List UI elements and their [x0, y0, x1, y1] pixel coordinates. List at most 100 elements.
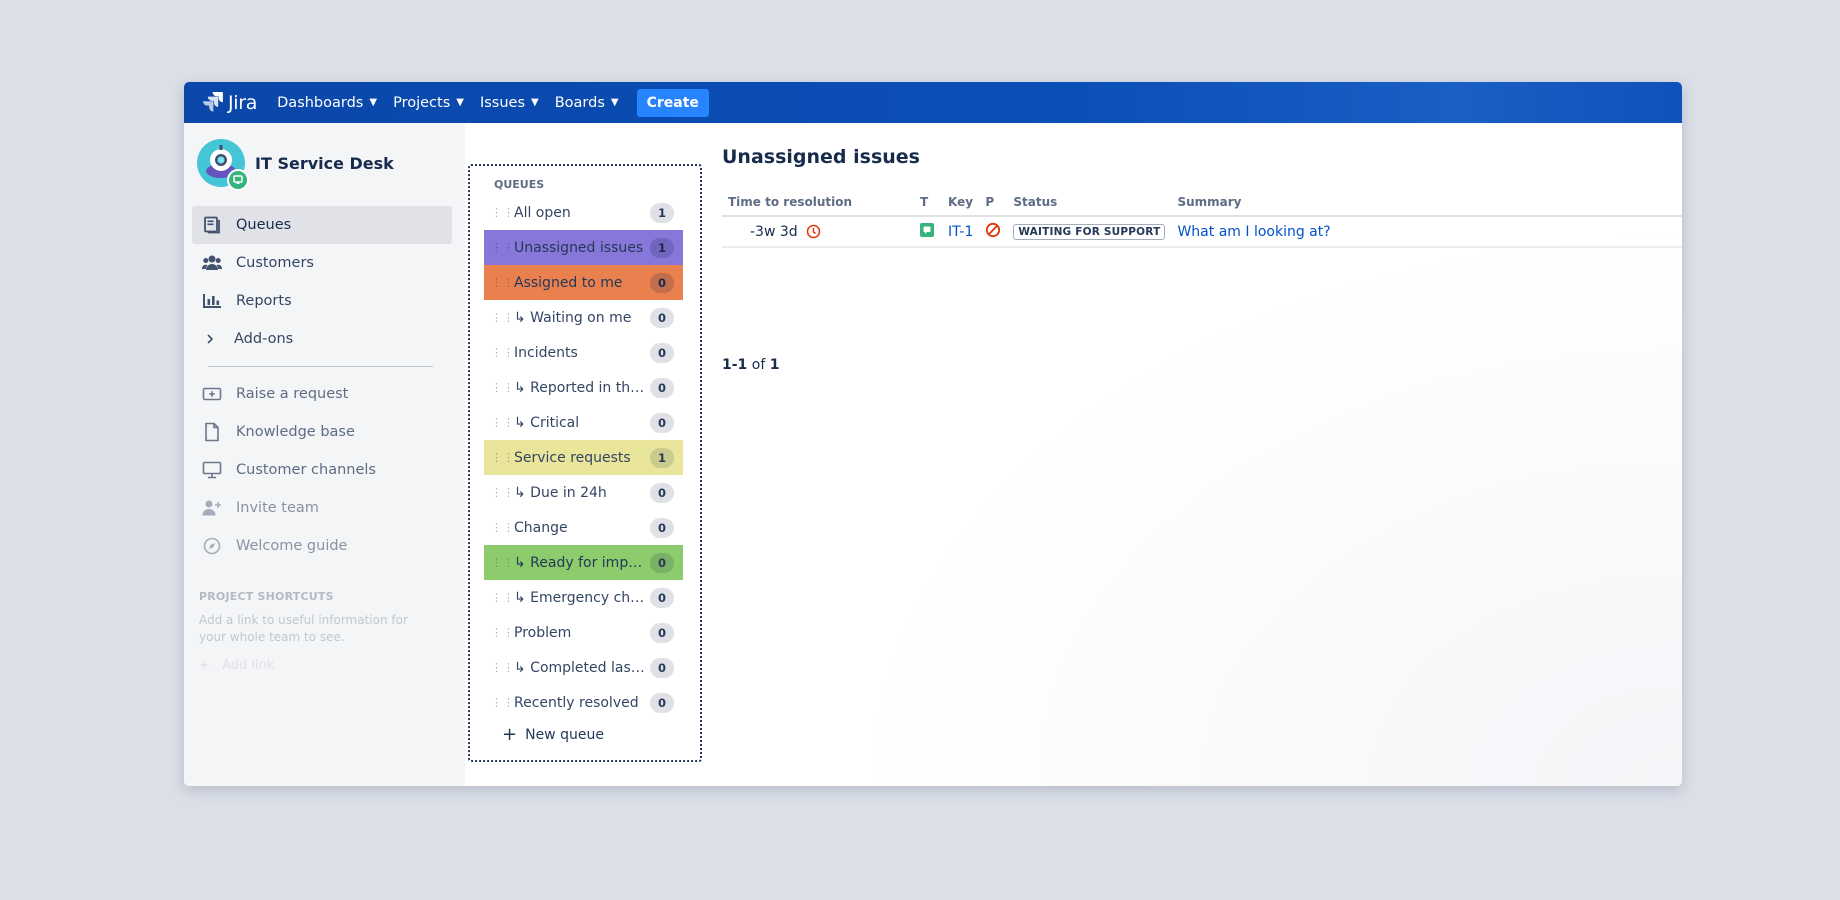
queue-item-emergency-change[interactable]: ⋮⋮ ↳ Emergency change 0: [484, 580, 683, 615]
chevron-down-icon: ▼: [456, 97, 464, 108]
queue-item-count: 0: [650, 342, 674, 363]
sidebar-nav: Queues Customers Reports Add-ons Raise a…: [192, 206, 452, 565]
queue-item-due-in-24h[interactable]: ⋮⋮ ↳ Due in 24h 0: [484, 475, 683, 510]
drag-handle-icon[interactable]: ⋮⋮: [491, 452, 514, 463]
queue-item-label: ↳ Ready for implementation: [514, 554, 646, 571]
queue-item-count: 0: [650, 587, 674, 608]
sidebar-item-customer-channels[interactable]: Customer channels: [192, 451, 452, 489]
sidebar-item-label: Customer channels: [236, 462, 376, 478]
sidebar-item-invite-team[interactable]: Invite team: [192, 489, 452, 527]
column-priority[interactable]: P: [979, 195, 1008, 217]
status-cell: WAITING FOR SUPPORT: [1007, 216, 1172, 248]
drag-handle-icon[interactable]: ⋮⋮: [491, 207, 514, 218]
nav-dashboards[interactable]: Dashboards ▼: [277, 95, 377, 111]
service-request-icon: [920, 222, 934, 237]
sidebar-item-label: Welcome guide: [236, 538, 348, 554]
nav-issues[interactable]: Issues ▼: [480, 95, 539, 111]
new-queue-button[interactable]: + New queue: [502, 726, 604, 744]
nav-projects-label: Projects: [393, 94, 451, 111]
plus-icon: +: [199, 658, 210, 673]
pagination-of: of: [751, 357, 766, 373]
drag-handle-icon[interactable]: ⋮⋮: [491, 382, 514, 393]
drag-handle-icon[interactable]: ⋮⋮: [491, 697, 514, 708]
sidebar-item-queues[interactable]: Queues: [192, 206, 452, 244]
issue-key-link[interactable]: IT-1: [948, 224, 973, 240]
drag-handle-icon[interactable]: ⋮⋮: [491, 627, 514, 638]
jira-logo-text: Jira: [228, 91, 258, 114]
drag-handle-icon[interactable]: ⋮⋮: [491, 312, 514, 323]
queue-item-incidents[interactable]: ⋮⋮ Incidents 0: [484, 335, 683, 370]
queue-item-ready-for-implementation[interactable]: ⋮⋮ ↳ Ready for implementation 0: [484, 545, 683, 580]
drag-handle-icon[interactable]: ⋮⋮: [491, 522, 514, 533]
queue-dropzone: QUEUES ⋮⋮ All open 1 ⋮⋮ Unassigned issue…: [468, 164, 702, 762]
issues-table: Time to resolution T Key P Status Summar…: [722, 195, 1682, 248]
queue-item-count: 0: [650, 272, 674, 293]
sidebar-item-customers[interactable]: Customers: [192, 244, 452, 282]
jira-logo[interactable]: Jira: [202, 90, 257, 116]
sidebar-item-welcome-guide[interactable]: Welcome guide: [192, 527, 452, 565]
status-badge: WAITING FOR SUPPORT: [1013, 224, 1166, 240]
sidebar-item-knowledge-base[interactable]: Knowledge base: [192, 413, 452, 451]
chevron-down-icon: ▼: [369, 97, 378, 108]
queue-item-count: 0: [650, 377, 674, 398]
drag-handle-icon[interactable]: ⋮⋮: [491, 487, 514, 498]
queue-item-label: All open: [514, 204, 571, 221]
column-key[interactable]: Key: [942, 195, 980, 217]
drag-handle-icon[interactable]: ⋮⋮: [491, 347, 514, 358]
queue-list: ⋮⋮ All open 1 ⋮⋮ Unassigned issues 1 ⋮⋮ …: [484, 195, 683, 720]
sidebar-divider: [208, 366, 433, 367]
queue-item-label: ↳ Waiting on me: [514, 309, 632, 326]
project-sidebar: IT Service Desk Queues Customers Reports: [184, 123, 465, 786]
reports-icon: [202, 291, 222, 311]
priority-cell: [979, 216, 1008, 248]
queue-item-assigned-to-me[interactable]: ⋮⋮ Assigned to me 0: [484, 265, 683, 300]
project-header[interactable]: IT Service Desk: [197, 139, 394, 191]
sidebar-item-label: Customers: [236, 255, 314, 271]
queue-item-reported-last-hour[interactable]: ⋮⋮ ↳ Reported in the last hour 0: [484, 370, 683, 405]
queue-item-count: 0: [650, 692, 674, 713]
drag-handle-icon[interactable]: ⋮⋮: [491, 242, 514, 253]
queue-item-label: ↳ Due in 24h: [514, 484, 607, 501]
nav-projects[interactable]: Projects ▼: [393, 95, 464, 111]
project-shortcuts-title: PROJECT SHORTCUTS: [199, 590, 334, 603]
sidebar-item-addons[interactable]: Add-ons: [192, 320, 452, 358]
column-type[interactable]: T: [914, 195, 942, 217]
issue-summary-link[interactable]: What am I looking at?: [1177, 224, 1330, 240]
sidebar-item-label: Add-ons: [234, 331, 294, 347]
drag-handle-icon[interactable]: ⋮⋮: [491, 277, 514, 288]
queue-item-service-requests[interactable]: ⋮⋮ Service requests 1: [484, 440, 683, 475]
queue-item-change[interactable]: ⋮⋮ Change 0: [484, 510, 683, 545]
customers-icon: [202, 253, 222, 273]
sidebar-item-reports[interactable]: Reports: [192, 282, 452, 320]
queue-item-all-open[interactable]: ⋮⋮ All open 1: [484, 195, 683, 230]
nav-boards[interactable]: Boards ▼: [555, 95, 619, 111]
queue-item-recently-resolved[interactable]: ⋮⋮ Recently resolved 0: [484, 685, 683, 720]
nav-boards-label: Boards: [554, 94, 605, 111]
column-time-to-resolution[interactable]: Time to resolution: [722, 195, 914, 217]
create-button[interactable]: Create: [636, 88, 709, 117]
nav-issues-label: Issues: [479, 94, 526, 111]
queue-item-unassigned-issues[interactable]: ⋮⋮ Unassigned issues 1: [484, 230, 683, 265]
sidebar-item-raise-request[interactable]: Raise a request: [192, 375, 452, 413]
column-status[interactable]: Status: [1007, 195, 1172, 217]
queue-item-completed-last-week[interactable]: ⋮⋮ ↳ Completed last week 0: [484, 650, 683, 685]
table-row[interactable]: -3w 3d IT-1 WAITING FOR SUPPORT What am …: [722, 216, 1682, 248]
drag-handle-icon[interactable]: ⋮⋮: [491, 592, 514, 603]
queue-item-waiting-on-me[interactable]: ⋮⋮ ↳ Waiting on me 0: [484, 300, 683, 335]
drag-handle-icon[interactable]: ⋮⋮: [491, 557, 514, 568]
add-link-button[interactable]: + Add link: [199, 658, 274, 673]
queue-item-label: Problem: [514, 624, 572, 641]
project-avatar: [197, 139, 249, 191]
queue-item-count: 0: [650, 517, 674, 538]
queue-item-label: ↳ Critical: [514, 414, 580, 431]
queue-item-label: Unassigned issues: [514, 239, 644, 256]
service-desk-badge-icon: [227, 169, 249, 191]
queue-item-problem[interactable]: ⋮⋮ Problem 0: [484, 615, 683, 650]
queue-item-count: 1: [650, 447, 674, 468]
drag-handle-icon[interactable]: ⋮⋮: [491, 662, 514, 673]
pagination-range: 1-1: [722, 357, 748, 373]
drag-handle-icon[interactable]: ⋮⋮: [491, 417, 514, 428]
sidebar-item-label: Invite team: [236, 500, 319, 516]
column-summary[interactable]: Summary: [1171, 195, 1682, 217]
queue-item-critical[interactable]: ⋮⋮ ↳ Critical 0: [484, 405, 683, 440]
